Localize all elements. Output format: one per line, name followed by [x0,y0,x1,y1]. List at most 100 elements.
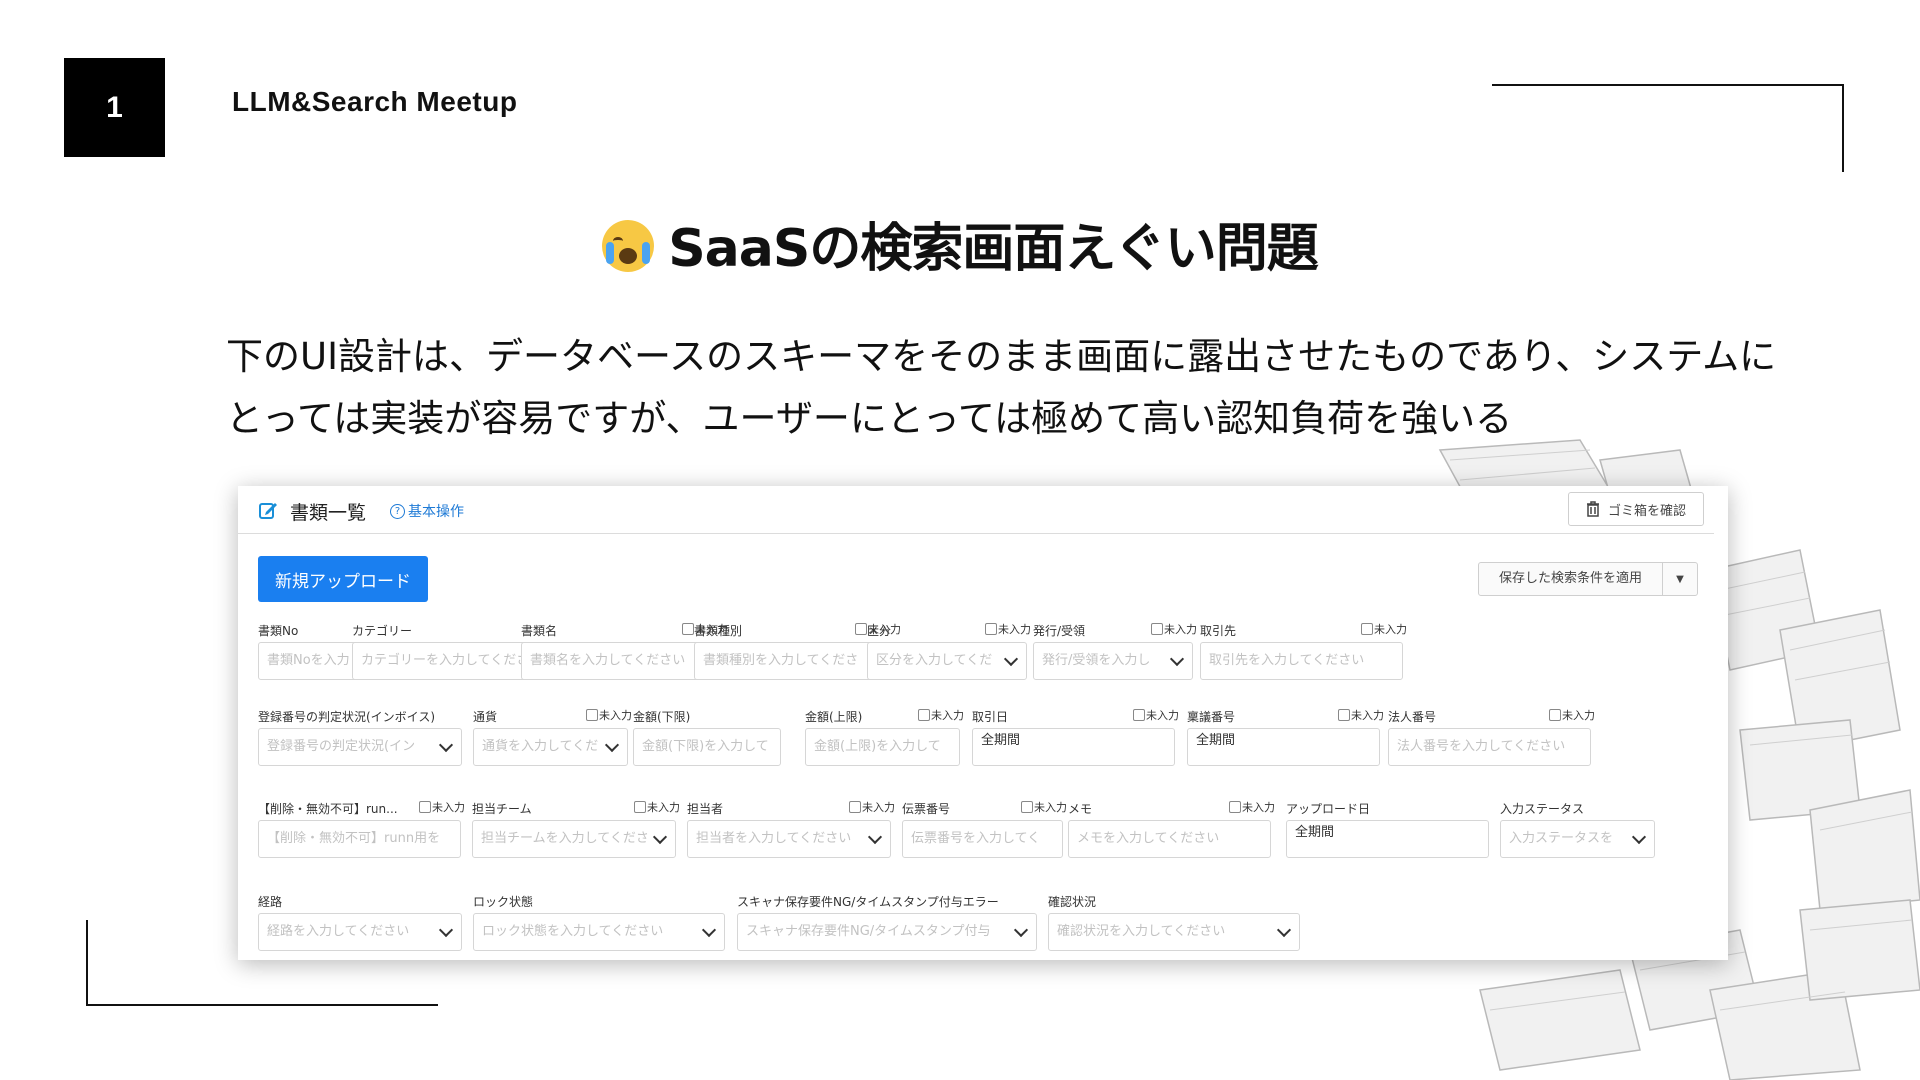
chevron-down-icon[interactable] [1002,643,1020,679]
checkbox-icon[interactable] [1338,709,1350,721]
corner-line-top-right-horizontal [1492,84,1844,86]
filter-value: 全期間 [1196,733,1236,748]
trash-button-label: ゴミ箱を確認 [1607,503,1686,519]
filter-value: 全期間 [981,733,1021,748]
filter-field-label: 取引先 [1200,624,1237,638]
filter-placeholder: 通貨を入力してくだ [482,739,599,754]
unset-checkbox[interactable]: 未入力 [1021,799,1067,815]
filter-field-label: 稟議番号 [1187,710,1236,724]
filter-select[interactable]: 担当者を入力してください [687,820,891,858]
filter-field-label: ロック状態 [473,895,534,909]
trash-button[interactable]: ゴミ箱を確認 [1568,492,1704,526]
unset-checkbox[interactable]: 未入力 [1549,707,1595,723]
new-upload-button[interactable]: 新規アップロード [258,556,428,602]
filter-input[interactable]: 金額(上限)を入力して [805,728,960,766]
unset-checkbox[interactable]: 未入力 [586,707,632,723]
checkbox-icon[interactable] [1151,623,1163,635]
filter-select[interactable]: 入力ステータスを [1500,820,1655,858]
help-link-label: 基本操作 [408,504,464,520]
filter-field-label: 金額(上限) [805,710,863,724]
filter-field-label: 法人番号 [1388,710,1437,724]
filter-input[interactable]: 法人番号を入力してください [1388,728,1591,766]
unset-checkbox[interactable]: 未入力 [1361,621,1407,637]
filter-placeholder: 金額(上限)を入力して [814,739,941,754]
filter-input[interactable]: 書類Noを入力 [258,642,364,680]
filter-select[interactable]: 担当チームを入力してくださ [472,820,676,858]
checkbox-icon[interactable] [1133,709,1145,721]
edit-icon[interactable] [258,500,278,520]
unset-checkbox[interactable]: 未入力 [634,799,680,815]
filter-select[interactable]: 通貨を入力してくだ [473,728,628,766]
filter-select[interactable]: スキャナ保存要件NG/タイムスタンプ付与 [737,913,1037,951]
filter-input[interactable]: 金額(下限)を入力して [633,728,781,766]
checkbox-icon[interactable] [1229,801,1241,813]
filter-field: 法人番号 未入力法人番号を入力してください [1388,708,1595,768]
filter-field: 伝票番号 未入力 伝票番号を入力してく [902,800,1067,860]
crying-face-emoji-icon [602,220,655,272]
chevron-down-icon[interactable] [866,821,884,857]
filter-input[interactable]: 全期間 [1187,728,1380,766]
filter-select[interactable]: 発行/受領を入力し [1033,642,1193,680]
unset-checkbox[interactable]: 未入力 [1338,707,1384,723]
checkbox-icon[interactable] [419,801,431,813]
chevron-down-icon[interactable] [700,914,718,950]
filter-placeholder: メモを入力してください [1077,831,1220,846]
filter-select[interactable]: 経路を入力してください [258,913,462,951]
checkbox-icon[interactable] [985,623,997,635]
filter-input[interactable]: 【削除・無効不可】runn用を [258,820,461,858]
corner-line-top-right-vertical [1842,84,1844,172]
filter-input[interactable]: 伝票番号を入力してく [902,820,1063,858]
unset-checkbox-label: 未入力 [599,709,632,722]
filter-field: 経路 経路を入力してください [258,893,462,953]
unset-checkbox[interactable]: 未入力 [1133,707,1179,723]
filter-placeholder: 伝票番号を入力してく [911,831,1041,846]
filter-select[interactable]: 区分を入力してくだ [867,642,1027,680]
filter-field-label: 登録番号の判定状況(インボイス) [258,710,436,724]
unset-checkbox[interactable]: 未入力 [849,799,895,815]
chevron-down-icon[interactable] [437,729,455,765]
filter-input[interactable]: 取引先を入力してください [1200,642,1403,680]
saved-search-button[interactable]: 保存した検索条件を適用 ▼ [1478,562,1698,596]
filter-select[interactable]: 登録番号の判定状況(イン [258,728,462,766]
unset-checkbox[interactable]: 未入力 [918,707,964,723]
brand-label: LLM&Search Meetup [232,86,518,117]
filter-placeholder: 【削除・無効不可】runn用を [267,831,441,846]
unset-checkbox-label: 未入力 [1146,709,1179,722]
filter-select[interactable]: ロック状態を入力してください [473,913,725,951]
chevron-down-icon[interactable] [1630,821,1648,857]
checkbox-icon[interactable] [849,801,861,813]
caret-down-icon[interactable]: ▼ [1663,574,1697,585]
unset-checkbox[interactable]: 未入力 [1229,799,1275,815]
filter-field-label: 入力ステータス [1500,802,1585,816]
filter-placeholder: 担当者を入力してください [696,831,852,846]
checkbox-icon[interactable] [1549,709,1561,721]
filter-field: 取引日 未入力 全期間 [972,708,1179,768]
filter-value: 全期間 [1295,825,1335,840]
chevron-down-icon[interactable] [437,914,455,950]
checkbox-icon[interactable] [1361,623,1373,635]
chevron-down-icon[interactable] [603,729,621,765]
checkbox-icon[interactable] [682,623,694,635]
checkbox-icon[interactable] [1021,801,1033,813]
checkbox-icon[interactable] [855,623,867,635]
chevron-down-icon[interactable] [1012,914,1030,950]
checkbox-icon[interactable] [918,709,930,721]
filter-field: 入力ステータス入力ステータスを [1500,800,1655,860]
chevron-down-icon[interactable] [651,821,669,857]
filter-input[interactable]: 全期間 [1286,820,1489,858]
checkbox-icon[interactable] [586,709,598,721]
chevron-down-icon[interactable] [1275,914,1293,950]
filter-field: 【削除・無効不可】run... 未入力 【削除・無効不可】runn用を [258,800,465,860]
checkbox-icon[interactable] [634,801,646,813]
unset-checkbox[interactable]: 未入力 [1151,621,1197,637]
filter-input[interactable]: 全期間 [972,728,1175,766]
filter-field: 金額(上限) 未入力金額(上限)を入力して [805,708,964,768]
chevron-down-icon[interactable] [1168,643,1186,679]
help-link[interactable]: ? 基本操作 [390,501,464,521]
filter-placeholder: 金額(下限)を入力して [642,739,769,754]
filter-placeholder: 入力ステータスを [1509,831,1614,846]
unset-checkbox[interactable]: 未入力 [985,621,1031,637]
filter-input[interactable]: メモを入力してください [1068,820,1271,858]
filter-select[interactable]: 確認状況を入力してください [1048,913,1300,951]
unset-checkbox[interactable]: 未入力 [419,799,465,815]
